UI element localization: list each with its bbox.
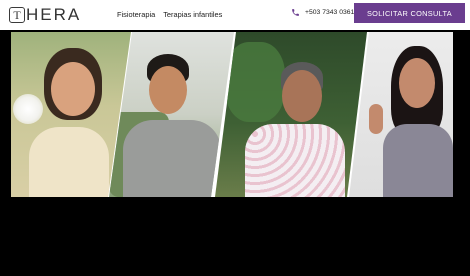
therapist-scrubs-shape	[383, 124, 453, 197]
logo-wordmark: HERA	[26, 5, 82, 24]
dandelion-shape	[13, 94, 43, 124]
request-consultation-button[interactable]: SOLICITAR CONSULTA	[354, 3, 465, 23]
leaf-shape	[225, 42, 285, 122]
phone-number: +503 7343 0361	[305, 9, 355, 16]
floral-blouse-shape	[245, 124, 345, 197]
elderly-face-shape	[282, 70, 322, 122]
logo-mark-icon: T	[9, 7, 25, 23]
child-face-shape	[51, 62, 95, 116]
hero-photo-young-man	[109, 32, 234, 197]
man-shirt-shape	[123, 120, 221, 197]
hero-photo-physiotherapist	[349, 32, 453, 197]
brand-logo[interactable]: T HERA	[9, 5, 81, 25]
man-face-shape	[149, 66, 187, 114]
nav-item-terapias-infantiles[interactable]: Terapias infantiles	[163, 10, 222, 19]
phone-icon	[292, 9, 299, 16]
child-dress-shape	[29, 127, 109, 197]
logo-mark-letter: T	[13, 8, 21, 22]
main-nav: Fisioterapia Terapias infantiles	[117, 10, 222, 19]
therapist-face-shape	[399, 58, 435, 108]
hero-photo-elderly-woman	[215, 32, 367, 197]
page: T HERA Fisioterapia Terapias infantiles …	[0, 0, 470, 276]
phone-contact[interactable]: +503 7343 0361	[291, 8, 354, 17]
therapist-hand-shape	[369, 104, 383, 134]
hero-photo-strip	[11, 32, 453, 197]
site-header: T HERA Fisioterapia Terapias infantiles …	[0, 0, 470, 30]
nav-item-fisioterapia[interactable]: Fisioterapia	[117, 10, 155, 19]
